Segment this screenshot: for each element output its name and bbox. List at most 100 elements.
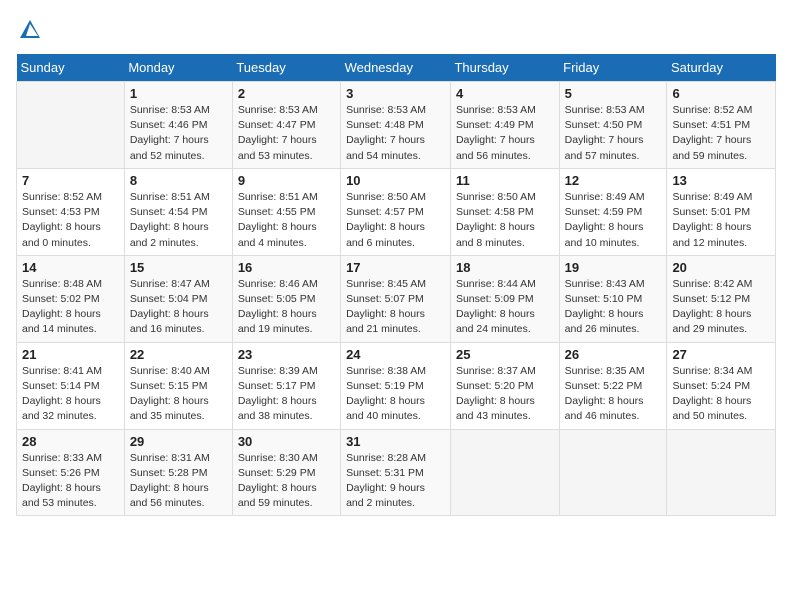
weekday-header: Tuesday: [232, 54, 340, 82]
calendar-cell: 27 Sunrise: 8:34 AMSunset: 5:24 PMDayligh…: [667, 342, 776, 429]
calendar-week-row: 7Sunrise: 8:52 AMSunset: 4:53 PMDaylight…: [17, 168, 776, 255]
calendar-cell: 16Sunrise: 8:46 AMSunset: 5:05 PMDayligh…: [232, 255, 340, 342]
calendar-cell: 7Sunrise: 8:52 AMSunset: 4:53 PMDaylight…: [17, 168, 125, 255]
day-info: Sunrise: 8:42 AMSunset: 5:12 PMDaylight:…: [672, 277, 770, 338]
day-info: Sunrise: 8:30 AMSunset: 5:29 PMDaylight:…: [238, 451, 335, 512]
day-number: 20: [672, 260, 770, 275]
day-number: 10: [346, 173, 445, 188]
day-info: Sunrise: 8:52 AMSunset: 4:51 PMDaylight:…: [672, 103, 770, 164]
day-number: 9: [238, 173, 335, 188]
calendar-cell: 1Sunrise: 8:53 AMSunset: 4:46 PMDaylight…: [124, 82, 232, 169]
day-number: 31: [346, 434, 445, 449]
calendar-week-row: 14 Sunrise: 8:48 AMSunset: 5:02 PMDayligh…: [17, 255, 776, 342]
day-info: Sunrise: 8:49 AMSunset: 4:59 PMDaylight:…: [565, 190, 662, 251]
day-info: Sunrise: 8:40 AMSunset: 5:15 PMDaylight:…: [130, 364, 227, 425]
day-info: Sunrise: 8:50 AMSunset: 4:58 PMDaylight:…: [456, 190, 554, 251]
day-info: Sunrise: 8:33 AMSunset: 5:26 PMDaylight:…: [22, 451, 119, 512]
calendar-cell: 30 Sunrise: 8:30 AMSunset: 5:29 PMDayligh…: [232, 429, 340, 516]
calendar-table: SundayMondayTuesdayWednesdayThursdayFrid…: [16, 54, 776, 516]
day-number: 18: [456, 260, 554, 275]
calendar-cell: 31 Sunrise: 8:28 AMSunset: 5:31 PMDayligh…: [341, 429, 451, 516]
page-header: [16, 16, 776, 44]
day-info: Sunrise: 8:53 AMSunset: 4:48 PMDaylight:…: [346, 103, 445, 164]
calendar-cell: 28 Sunrise: 8:33 AMSunset: 5:26 PMDayligh…: [17, 429, 125, 516]
day-number: 6: [672, 86, 770, 101]
calendar-cell: 2 Sunrise: 8:53 AMSunset: 4:47 PMDaylight…: [232, 82, 340, 169]
day-info: Sunrise: 8:38 AMSunset: 5:19 PMDaylight:…: [346, 364, 445, 425]
day-number: 30: [238, 434, 335, 449]
day-info: Sunrise: 8:39 AMSunset: 5:17 PMDaylight:…: [238, 364, 335, 425]
day-number: 3: [346, 86, 445, 101]
day-number: 29: [130, 434, 227, 449]
day-number: 21: [22, 347, 119, 362]
day-number: 27: [672, 347, 770, 362]
day-number: 5: [565, 86, 662, 101]
day-info: Sunrise: 8:46 AMSunset: 5:05 PMDaylight:…: [238, 277, 335, 338]
calendar-cell: 26 Sunrise: 8:35 AMSunset: 5:22 PMDayligh…: [559, 342, 667, 429]
day-info: Sunrise: 8:45 AMSunset: 5:07 PMDaylight:…: [346, 277, 445, 338]
day-number: 17: [346, 260, 445, 275]
day-info: Sunrise: 8:43 AMSunset: 5:10 PMDaylight:…: [565, 277, 662, 338]
calendar-cell: 12 Sunrise: 8:49 AMSunset: 4:59 PMDayligh…: [559, 168, 667, 255]
day-number: 28: [22, 434, 119, 449]
logo: [16, 16, 48, 44]
calendar-cell: 14 Sunrise: 8:48 AMSunset: 5:02 PMDayligh…: [17, 255, 125, 342]
day-number: 11: [456, 173, 554, 188]
day-number: 24: [346, 347, 445, 362]
day-info: Sunrise: 8:48 AMSunset: 5:02 PMDaylight:…: [22, 277, 119, 338]
calendar-cell: 10 Sunrise: 8:50 AMSunset: 4:57 PMDayligh…: [341, 168, 451, 255]
calendar-cell: 23 Sunrise: 8:39 AMSunset: 5:17 PMDayligh…: [232, 342, 340, 429]
day-info: Sunrise: 8:52 AMSunset: 4:53 PMDaylight:…: [22, 190, 119, 251]
weekday-header: Friday: [559, 54, 667, 82]
calendar-cell: 19 Sunrise: 8:43 AMSunset: 5:10 PMDayligh…: [559, 255, 667, 342]
day-info: Sunrise: 8:35 AMSunset: 5:22 PMDaylight:…: [565, 364, 662, 425]
day-info: Sunrise: 8:51 AMSunset: 4:54 PMDaylight:…: [130, 190, 227, 251]
day-number: 19: [565, 260, 662, 275]
day-info: Sunrise: 8:47 AMSunset: 5:04 PMDaylight:…: [130, 277, 227, 338]
calendar-cell: 6 Sunrise: 8:52 AMSunset: 4:51 PMDaylight…: [667, 82, 776, 169]
calendar-cell: 18 Sunrise: 8:44 AMSunset: 5:09 PMDayligh…: [450, 255, 559, 342]
calendar-week-row: 21 Sunrise: 8:41 AMSunset: 5:14 PMDayligh…: [17, 342, 776, 429]
day-info: Sunrise: 8:28 AMSunset: 5:31 PMDaylight:…: [346, 451, 445, 512]
day-number: 23: [238, 347, 335, 362]
day-info: Sunrise: 8:53 AMSunset: 4:50 PMDaylight:…: [565, 103, 662, 164]
weekday-header: Thursday: [450, 54, 559, 82]
weekday-header: Saturday: [667, 54, 776, 82]
day-info: Sunrise: 8:51 AMSunset: 4:55 PMDaylight:…: [238, 190, 335, 251]
day-info: Sunrise: 8:53 AMSunset: 4:47 PMDaylight:…: [238, 103, 335, 164]
day-info: Sunrise: 8:44 AMSunset: 5:09 PMDaylight:…: [456, 277, 554, 338]
day-info: Sunrise: 8:41 AMSunset: 5:14 PMDaylight:…: [22, 364, 119, 425]
weekday-header: Wednesday: [341, 54, 451, 82]
day-number: 4: [456, 86, 554, 101]
weekday-header: Monday: [124, 54, 232, 82]
calendar-cell: 20 Sunrise: 8:42 AMSunset: 5:12 PMDayligh…: [667, 255, 776, 342]
day-number: 13: [672, 173, 770, 188]
calendar-cell: 22 Sunrise: 8:40 AMSunset: 5:15 PMDayligh…: [124, 342, 232, 429]
day-info: Sunrise: 8:50 AMSunset: 4:57 PMDaylight:…: [346, 190, 445, 251]
calendar-cell: [559, 429, 667, 516]
logo-icon: [16, 16, 44, 44]
calendar-cell: [667, 429, 776, 516]
day-number: 25: [456, 347, 554, 362]
day-number: 26: [565, 347, 662, 362]
day-number: 14: [22, 260, 119, 275]
day-info: Sunrise: 8:31 AMSunset: 5:28 PMDaylight:…: [130, 451, 227, 512]
calendar-cell: 13 Sunrise: 8:49 AMSunset: 5:01 PMDayligh…: [667, 168, 776, 255]
day-info: Sunrise: 8:37 AMSunset: 5:20 PMDaylight:…: [456, 364, 554, 425]
calendar-cell: 24 Sunrise: 8:38 AMSunset: 5:19 PMDayligh…: [341, 342, 451, 429]
calendar-cell: 4Sunrise: 8:53 AMSunset: 4:49 PMDaylight…: [450, 82, 559, 169]
day-number: 22: [130, 347, 227, 362]
day-number: 12: [565, 173, 662, 188]
calendar-cell: 29 Sunrise: 8:31 AMSunset: 5:28 PMDayligh…: [124, 429, 232, 516]
day-info: Sunrise: 8:34 AMSunset: 5:24 PMDaylight:…: [672, 364, 770, 425]
weekday-header-row: SundayMondayTuesdayWednesdayThursdayFrid…: [17, 54, 776, 82]
calendar-cell: 25 Sunrise: 8:37 AMSunset: 5:20 PMDayligh…: [450, 342, 559, 429]
day-info: Sunrise: 8:49 AMSunset: 5:01 PMDaylight:…: [672, 190, 770, 251]
calendar-week-row: 28 Sunrise: 8:33 AMSunset: 5:26 PMDayligh…: [17, 429, 776, 516]
weekday-header: Sunday: [17, 54, 125, 82]
day-number: 2: [238, 86, 335, 101]
calendar-week-row: 1Sunrise: 8:53 AMSunset: 4:46 PMDaylight…: [17, 82, 776, 169]
calendar-cell: 8Sunrise: 8:51 AMSunset: 4:54 PMDaylight…: [124, 168, 232, 255]
day-info: Sunrise: 8:53 AMSunset: 4:46 PMDaylight:…: [130, 103, 227, 164]
calendar-cell: 11 Sunrise: 8:50 AMSunset: 4:58 PMDayligh…: [450, 168, 559, 255]
